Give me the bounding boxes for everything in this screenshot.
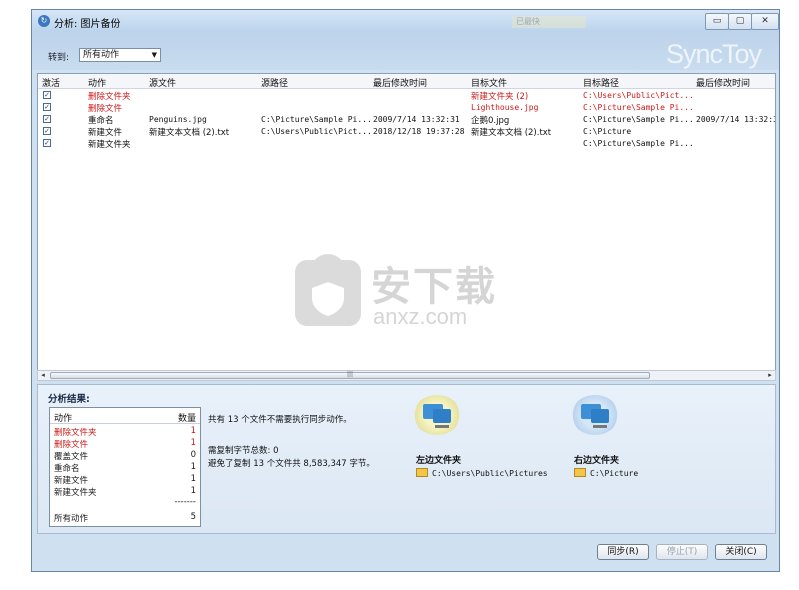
row-active-checkbox[interactable]: ✓ <box>43 91 51 99</box>
row-source-time: 2018/12/18 19:37:28 <box>373 127 465 136</box>
row-target-file: 新建文件夹 (2) <box>471 92 529 102</box>
row-action: 删除文件 <box>88 104 123 114</box>
row-source-path: C:\Picture\Sample Pi... <box>261 115 372 124</box>
col-source-file[interactable]: 源文件 <box>149 76 176 89</box>
row-active-checkbox[interactable]: ✓ <box>43 103 51 111</box>
goto-selected-value: 所有动作 <box>83 50 120 60</box>
folder-icon <box>574 468 586 477</box>
close-window-button[interactable]: ✕ <box>751 13 779 30</box>
row-target-file: 新建文本文档 (2).txt <box>471 128 552 138</box>
synctoy-window: ↻ 分析: 图片备份 已最快 ▭ ▢ ✕ 转到: 所有动作 ▼ SyncToy … <box>31 9 780 572</box>
grid-header: 激活 动作 源文件 源路径 最后修改时间 目标文件 目标路径 最后修改时间 <box>38 74 775 89</box>
col-action[interactable]: 动作 <box>88 76 106 89</box>
results-title: 分析结果: <box>48 394 90 405</box>
minimize-button[interactable]: ▭ <box>705 13 729 30</box>
info-unchanged-files: 共有 13 个文件不需要执行同步动作。 <box>208 415 352 425</box>
background-tab-ghost: 已最快 <box>512 16 586 28</box>
row-target-path: C:\Picture <box>583 127 632 136</box>
row-target-path: C:\Picture\Sample Pi... <box>583 139 694 148</box>
left-folder-path: C:\Users\Public\Pictures <box>416 468 548 478</box>
col-active[interactable]: 激活 <box>42 76 60 89</box>
row-source-file: 新建文本文档 (2).txt <box>149 128 230 138</box>
row-source-file: Penguins.jpg <box>149 115 207 124</box>
summary-separator: ------- <box>174 497 196 507</box>
scroll-right-icon[interactable]: ▸ <box>765 371 775 380</box>
row-action: 删除文件夹 <box>88 92 131 102</box>
right-folder-title: 右边文件夹 <box>574 456 620 466</box>
left-folder-computer-icon <box>413 395 461 435</box>
scroll-thumb[interactable]: ||| <box>50 372 650 379</box>
summary-row: 新建文件 1 <box>54 474 196 486</box>
summary-row: 重命名 1 <box>54 462 196 474</box>
col-target-path[interactable]: 目标路径 <box>583 76 619 89</box>
row-action: 新建文件 <box>88 128 123 138</box>
results-panel: 分析结果: 动作 数量 删除文件夹 1 删除文件 1 覆盖文件 0 重命名 1 新建文件… <box>37 384 776 534</box>
horizontal-scrollbar[interactable]: ◂ ||| ▸ <box>37 370 776 381</box>
stop-button[interactable]: 停止(T) <box>656 544 708 560</box>
title-bar[interactable]: ↻ 分析: 图片备份 已最快 ▭ ▢ ✕ <box>32 10 779 32</box>
summary-row: 删除文件 1 <box>54 438 196 450</box>
summary-row: 覆盖文件 0 <box>54 450 196 462</box>
row-source-time: 2009/7/14 13:32:31 <box>373 115 460 124</box>
synctoy-app-icon: ↻ <box>38 15 50 27</box>
goto-filter-select[interactable]: 所有动作 ▼ <box>79 48 161 62</box>
chevron-down-icon: ▼ <box>151 51 157 59</box>
row-active-checkbox[interactable]: ✓ <box>43 139 51 147</box>
row-active-checkbox[interactable]: ✓ <box>43 127 51 135</box>
row-action: 新建文件夹 <box>88 140 131 150</box>
sync-button[interactable]: 同步(R) <box>597 544 649 560</box>
maximize-button[interactable]: ▢ <box>728 13 752 30</box>
window-title: 分析: 图片备份 <box>54 19 121 30</box>
col-target-file[interactable]: 目标文件 <box>471 76 507 89</box>
info-bytes-to-copy: 需复制字节总数: 0 <box>208 446 279 456</box>
right-folder-path: C:\Picture <box>574 468 638 478</box>
row-active-checkbox[interactable]: ✓ <box>43 115 51 123</box>
synctoy-logo: SyncToy <box>666 39 762 69</box>
summary-table: 动作 数量 删除文件夹 1 删除文件 1 覆盖文件 0 重命名 1 新建文件 1 新建文件… <box>49 407 201 527</box>
watermark: 安下载 anxz.com <box>293 252 523 335</box>
preview-grid: 激活 动作 源文件 源路径 最后修改时间 目标文件 目标路径 最后修改时间 ✓ … <box>37 73 776 381</box>
row-target-time: 2009/7/14 13:32:3 <box>696 115 776 124</box>
row-target-path: C:\Picture\Sample Pi... <box>583 103 694 112</box>
summary-row: 删除文件夹 1 <box>54 426 196 438</box>
col-source-modified[interactable]: 最后修改时间 <box>373 76 427 89</box>
row-action: 重命名 <box>88 116 114 126</box>
row-target-path: C:\Picture\Sample Pi... <box>583 115 694 124</box>
scroll-left-icon[interactable]: ◂ <box>38 371 48 380</box>
col-target-modified[interactable]: 最后修改时间 <box>696 76 750 89</box>
row-source-path: C:\Users\Public\Pict... <box>261 127 372 136</box>
col-source-path[interactable]: 源路径 <box>261 76 288 89</box>
folder-icon <box>416 468 428 477</box>
close-button[interactable]: 关闭(C) <box>715 544 767 560</box>
watermark-url: anxz.com <box>373 304 468 329</box>
right-folder-computer-icon <box>571 395 619 435</box>
row-target-file: 企鹅0.jpg <box>471 116 510 126</box>
row-target-path: C:\Users\Public\Pict... <box>583 91 694 100</box>
row-target-file: Lighthouse.jpg <box>471 103 539 112</box>
info-bytes-avoided: 避免了复制 13 个文件共 8,583,347 字节。 <box>208 459 375 469</box>
left-folder-title: 左边文件夹 <box>416 456 462 466</box>
toolbar: 转到: 所有动作 ▼ SyncToy <box>32 32 779 70</box>
goto-label: 转到: <box>48 53 70 63</box>
summary-total-row: 所有动作 5 <box>54 512 196 524</box>
